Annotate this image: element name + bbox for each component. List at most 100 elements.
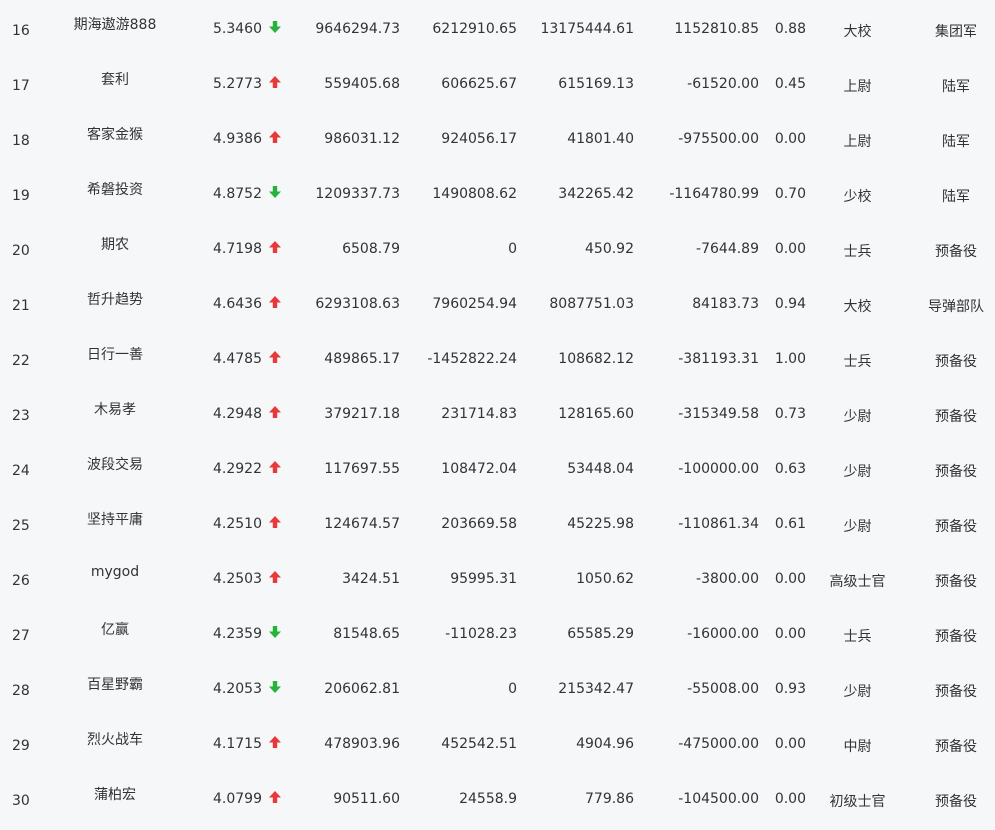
unit-name: 预备役	[935, 629, 977, 645]
score-value: 4.0799	[213, 791, 262, 807]
ratio-value: 0.00	[774, 736, 806, 752]
score-value: 4.8752	[213, 186, 262, 202]
value-1: 1209337.73	[315, 186, 400, 202]
table-row: 27 亿赢 4.2359 81548.65 -11028.23 65585.29 -1600…	[0, 609, 995, 664]
trader-name: 烈火战车	[87, 732, 143, 748]
unit-name: 陆军	[942, 134, 970, 150]
ratio-value: 0.73	[774, 406, 806, 422]
unit-name: 预备役	[935, 519, 977, 535]
trader-name: 哲升趋势	[87, 292, 143, 308]
value-1: 478903.96	[324, 736, 400, 752]
rank-number: 21	[12, 298, 30, 314]
trader-name: 波段交易	[87, 457, 143, 473]
unit-name: 预备役	[935, 684, 977, 700]
value-1: 986031.12	[324, 131, 400, 147]
arrow-down-icon	[268, 20, 284, 36]
ratio-value: 0.00	[774, 241, 806, 257]
value-3: 128165.60	[558, 406, 634, 422]
unit-name: 陆军	[942, 189, 970, 205]
table-row: 26 mygod 4.2503 3424.51 95995.31 1050.62 -3800…	[0, 554, 995, 609]
value-1: 489865.17	[324, 351, 400, 367]
value-4: 84183.73	[692, 296, 759, 312]
value-3: 450.92	[585, 241, 634, 257]
table-row: 22 日行一善 4.4785 489865.17 -1452822.24 108682.1…	[0, 334, 995, 389]
unit-name: 集团军	[935, 24, 977, 40]
military-rank: 上尉	[843, 134, 872, 150]
rank-number: 27	[12, 628, 30, 644]
value-2: -11028.23	[445, 626, 517, 642]
ratio-value: 0.70	[774, 186, 806, 202]
value-4: -110861.34	[678, 516, 759, 532]
military-rank: 中尉	[843, 739, 872, 755]
value-3: 779.86	[585, 791, 634, 807]
value-2: 7960254.94	[432, 296, 517, 312]
value-3: 4904.96	[576, 736, 634, 752]
arrow-up-icon	[268, 75, 284, 91]
value-3: 13175444.61	[540, 21, 634, 37]
arrow-up-icon	[268, 790, 284, 806]
military-rank: 上尉	[843, 79, 872, 95]
arrow-up-icon	[268, 405, 284, 421]
table-row: 28 百星野霸 4.2053 206062.81 0 215342.47 -55008.00…	[0, 664, 995, 719]
table-row: 24 波段交易 4.2922 117697.55 108472.04 53448.04 -1…	[0, 444, 995, 499]
ratio-value: 0.93	[774, 681, 806, 697]
unit-name: 预备役	[935, 464, 977, 480]
arrow-up-icon	[268, 240, 284, 256]
value-3: 8087751.03	[549, 296, 634, 312]
trader-name: 日行一善	[87, 347, 143, 363]
unit-name: 陆军	[942, 79, 970, 95]
value-2: 108472.04	[441, 461, 517, 477]
trader-name: 客家金猴	[87, 127, 143, 143]
military-rank: 少尉	[843, 409, 872, 425]
military-rank: 大校	[843, 24, 872, 40]
value-1: 3424.51	[342, 571, 400, 587]
score-value: 4.2510	[213, 516, 262, 532]
score-value: 4.1715	[213, 736, 262, 752]
ratio-value: 0.00	[774, 571, 806, 587]
value-4: -1164780.99	[669, 186, 759, 202]
military-rank: 士兵	[843, 244, 872, 260]
value-2: 1490808.62	[432, 186, 517, 202]
score-value: 4.4785	[213, 351, 262, 367]
value-1: 559405.68	[324, 76, 400, 92]
value-4: 1152810.85	[674, 21, 759, 37]
value-4: -7644.89	[696, 241, 759, 257]
value-3: 65585.29	[567, 626, 634, 642]
value-1: 6293108.63	[315, 296, 400, 312]
military-rank: 大校	[843, 299, 872, 315]
rank-number: 29	[12, 738, 30, 754]
score-value: 5.2773	[213, 76, 262, 92]
value-1: 379217.18	[324, 406, 400, 422]
value-4: -55008.00	[687, 681, 759, 697]
score-value: 5.3460	[213, 21, 262, 37]
rank-number: 22	[12, 353, 30, 369]
unit-name: 预备役	[935, 354, 977, 370]
trader-name: 亿赢	[101, 622, 129, 638]
arrow-up-icon	[268, 460, 284, 476]
unit-name: 导弹部队	[928, 299, 984, 315]
table-row: 18 客家金猴 4.9386 986031.12 924056.17 41801.40 -9…	[0, 114, 995, 169]
ratio-value: 0.45	[774, 76, 806, 92]
score-value: 4.2948	[213, 406, 262, 422]
score-value: 4.2922	[213, 461, 262, 477]
value-2: -1452822.24	[427, 351, 517, 367]
table-row: 29 烈火战车 4.1715 478903.96 452542.51 4904.96 -47…	[0, 719, 995, 774]
score-value: 4.2053	[213, 681, 262, 697]
rank-number: 23	[12, 408, 30, 424]
rank-number: 20	[12, 243, 30, 259]
table-row: 19 希磐投资 4.8752 1209337.73 1490808.62 342265.4…	[0, 169, 995, 224]
value-4: -3800.00	[696, 571, 759, 587]
trader-name: 套利	[101, 72, 129, 88]
value-1: 9646294.73	[315, 21, 400, 37]
trader-name: mygod	[90, 564, 140, 580]
value-1: 124674.57	[324, 516, 400, 532]
arrow-down-icon	[268, 625, 284, 641]
rank-number: 19	[12, 188, 30, 204]
arrow-up-icon	[268, 295, 284, 311]
table-row: 16 期海遨游888 5.3460 9646294.73 6212910.65 13175…	[0, 4, 995, 59]
table-row: 25 坚持平庸 4.2510 124674.57 203669.58 45225.98 -1…	[0, 499, 995, 554]
trader-name: 希磐投资	[87, 182, 143, 198]
ranking-table: 16 期海遨游888 5.3460 9646294.73 6212910.65 13175…	[0, 0, 995, 830]
rank-number: 18	[12, 133, 30, 149]
ratio-value: 0.63	[774, 461, 806, 477]
